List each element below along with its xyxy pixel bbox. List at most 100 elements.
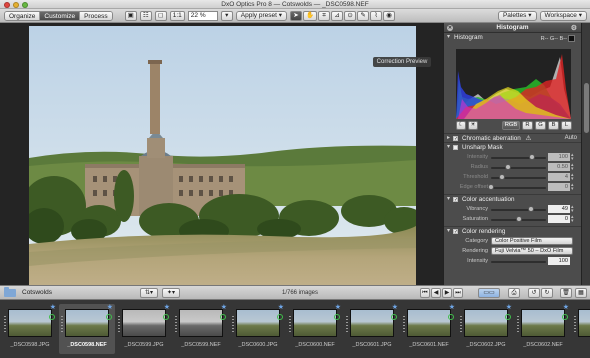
thumbnail[interactable]: ★ _DSC0601.NEF xyxy=(401,304,457,354)
sort-button[interactable]: ⇅▾ xyxy=(140,288,158,298)
panel-scrollbar[interactable] xyxy=(581,23,590,285)
moon-icon[interactable]: ☾ xyxy=(456,121,466,130)
slider-track[interactable] xyxy=(491,260,546,263)
straighten-tool[interactable]: ⊿ xyxy=(331,10,344,21)
drag-handle[interactable] xyxy=(403,316,405,332)
star-icon[interactable]: ★ xyxy=(392,303,398,311)
slider-track[interactable] xyxy=(491,216,546,222)
scrollbar-thumb[interactable] xyxy=(584,83,589,133)
workspace-dropdown[interactable]: Workspace ▾ xyxy=(539,10,587,21)
color-accentuation-header[interactable]: ▾ Color accentuation xyxy=(444,194,581,205)
stepper-icon[interactable]: ▴ ▾ xyxy=(571,153,574,162)
brush-tool[interactable]: ✎ xyxy=(357,10,370,21)
thumbnail[interactable]: ★ _DSC0598.JPG xyxy=(2,304,58,354)
star-icon[interactable]: ★ xyxy=(278,303,284,311)
print-button[interactable]: ⎙ xyxy=(508,288,520,298)
star-icon[interactable]: ★ xyxy=(563,303,569,311)
channel-b-button[interactable]: B xyxy=(548,121,559,130)
slider-knob[interactable] xyxy=(488,184,494,190)
drag-handle[interactable] xyxy=(460,316,462,332)
drag-handle[interactable] xyxy=(574,316,576,332)
red-eye-tool[interactable]: ◉ xyxy=(383,10,396,21)
tab-process[interactable]: Process xyxy=(80,11,112,20)
star-icon[interactable]: ★ xyxy=(335,303,341,311)
slider-value-field[interactable]: 0 xyxy=(548,183,570,191)
stepper-icon[interactable]: ▴ ▾ xyxy=(571,215,574,224)
slider-knob[interactable] xyxy=(504,164,511,170)
channel-g-button[interactable]: G xyxy=(535,121,546,130)
correction-preview-tooltip[interactable]: Correction Preview xyxy=(373,57,431,67)
zoom-dropdown[interactable]: ▾ xyxy=(220,10,233,21)
star-icon[interactable]: ★ xyxy=(107,303,113,311)
filter-button[interactable]: ✦▾ xyxy=(162,288,180,298)
rendering-select[interactable]: Fuji Velvia™ 50 – DxO Film xyxy=(491,247,573,255)
stepper-icon[interactable]: ▴ ▾ xyxy=(571,205,574,214)
slider-value-field[interactable]: 0.50 xyxy=(548,163,570,171)
close-icon[interactable]: ✕ xyxy=(447,25,453,31)
rotate-left-button[interactable]: ↺ xyxy=(528,288,540,298)
next-image-button[interactable]: ▶ xyxy=(442,288,452,298)
unsharp-mask-header[interactable]: ▾ Unsharp Mask xyxy=(444,142,581,151)
drag-handle[interactable] xyxy=(517,316,519,332)
image-viewer[interactable]: Correction Preview xyxy=(0,23,443,305)
slider-value-field[interactable]: 4 xyxy=(548,173,570,181)
thumbnail[interactable]: ★ _DSC0602.NEF xyxy=(515,304,571,354)
slider-value-field[interactable]: 49 xyxy=(548,205,570,213)
drag-handle[interactable] xyxy=(175,316,177,332)
slider-knob[interactable] xyxy=(527,206,534,212)
thumbnail[interactable]: ★ _DSC0602.JPG xyxy=(458,304,514,354)
drag-handle[interactable] xyxy=(346,316,348,332)
drag-handle[interactable] xyxy=(118,316,120,332)
chromatic-aberration-header[interactable]: ▸ Chromatic aberration ⚠ Auto xyxy=(444,133,581,144)
thumbnail[interactable]: ★ _DSC0601.JPG xyxy=(344,304,400,354)
first-image-button[interactable]: ⏮ xyxy=(420,288,430,298)
unsharp-mask-checkbox[interactable] xyxy=(453,145,458,150)
drag-handle[interactable] xyxy=(4,316,6,332)
tab-customize[interactable]: Customize xyxy=(40,11,81,20)
view-mode-button[interactable]: ▭▭ xyxy=(478,288,500,298)
slider-track[interactable] xyxy=(491,154,546,160)
chromatic-aberration-checkbox[interactable] xyxy=(453,135,458,144)
delete-button[interactable]: 🗑 xyxy=(560,288,572,298)
channel-rgb-button[interactable]: RGB xyxy=(502,121,520,130)
color-accentuation-checkbox[interactable] xyxy=(453,196,458,205)
drag-handle[interactable] xyxy=(232,316,234,332)
slider-value-field[interactable]: 100 xyxy=(548,153,570,161)
thumbnail[interactable]: ★ _DSC0600.NEF xyxy=(287,304,343,354)
star-icon[interactable]: ★ xyxy=(164,303,170,311)
stepper-icon[interactable]: ▴ ▾ xyxy=(571,183,574,192)
thumbnail[interactable]: ★ _DSC0599.NEF xyxy=(173,304,229,354)
slider-track[interactable] xyxy=(491,174,546,180)
slider-track[interactable] xyxy=(491,164,546,170)
compare-button[interactable]: ▣ xyxy=(124,10,137,21)
apply-preset-dropdown[interactable]: Apply preset ▾ xyxy=(235,10,287,21)
slider-value-field[interactable]: 100 xyxy=(548,257,570,265)
repair-tool[interactable]: ⌇ xyxy=(370,10,383,21)
star-icon[interactable]: ★ xyxy=(50,303,56,311)
drag-handle[interactable] xyxy=(289,316,291,332)
stepper-icon[interactable]: ▴ ▾ xyxy=(571,163,574,172)
color-rendering-checkbox[interactable] xyxy=(453,228,458,237)
channel-r-button[interactable]: R xyxy=(522,121,533,130)
previous-image-button[interactable]: ◀ xyxy=(431,288,441,298)
layout-button[interactable]: ☷ xyxy=(139,10,152,21)
star-icon[interactable]: ★ xyxy=(221,303,227,311)
slider-knob[interactable] xyxy=(529,154,536,160)
channel-l-button[interactable]: L xyxy=(561,121,572,130)
fit-button[interactable]: ◻ xyxy=(154,10,167,21)
slider-track[interactable] xyxy=(488,184,546,190)
thumbnail[interactable]: ★ _DSC0600.JPG xyxy=(230,304,286,354)
picker-tool[interactable]: ⊙ xyxy=(344,10,357,21)
last-image-button[interactable]: ⏭ xyxy=(453,288,463,298)
hand-tool[interactable]: ✋ xyxy=(303,10,318,21)
thumbnail-size-button[interactable]: ▦ xyxy=(575,288,587,298)
palettes-dropdown[interactable]: Palettes ▾ xyxy=(497,10,537,21)
star-icon[interactable]: ★ xyxy=(449,303,455,311)
color-rendering-header[interactable]: ▾ Color rendering xyxy=(444,226,581,237)
slider-knob[interactable] xyxy=(515,216,522,222)
slider-value-field[interactable]: 0 xyxy=(548,215,570,223)
thumbnail[interactable]: ★ _DSC0599.JPG xyxy=(116,304,172,354)
drag-handle[interactable] xyxy=(61,316,63,332)
slider-track[interactable] xyxy=(491,206,546,212)
category-select[interactable]: Color Positive Film xyxy=(491,237,573,245)
